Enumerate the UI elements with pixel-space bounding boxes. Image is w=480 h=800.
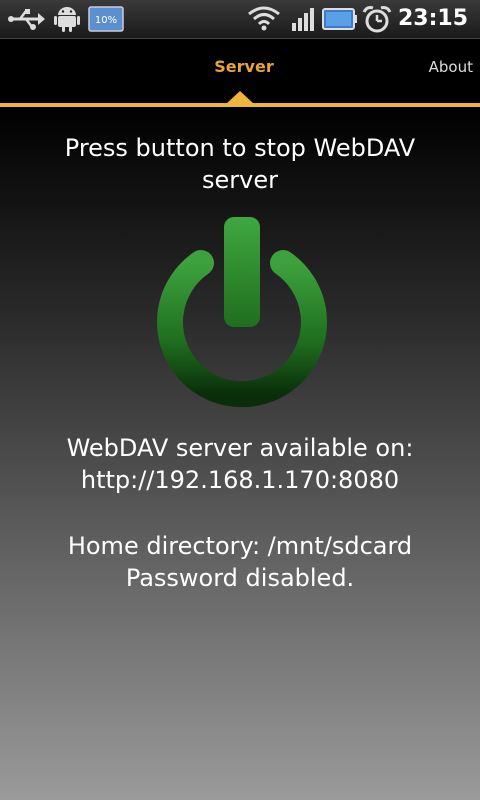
signal-icon bbox=[292, 8, 314, 31]
status-time: 23:15 bbox=[397, 6, 468, 31]
instruction-text: Press button to stop WebDAV server bbox=[0, 132, 480, 196]
password-status: Password disabled. bbox=[125, 564, 355, 592]
server-address-block: WebDAV server available on: http://192.1… bbox=[0, 432, 480, 496]
android-debug-icon bbox=[54, 7, 80, 32]
battery-icon bbox=[322, 8, 357, 30]
server-url: http://192.168.1.170:8080 bbox=[80, 466, 400, 494]
home-directory: Home directory: /mnt/sdcard bbox=[67, 532, 413, 560]
available-label: WebDAV server available on: bbox=[66, 434, 414, 462]
power-icon bbox=[157, 217, 327, 408]
alarm-clock-icon bbox=[362, 6, 392, 33]
tab-about[interactable]: About bbox=[429, 57, 473, 77]
server-info-block: Home directory: /mnt/sdcard Password dis… bbox=[0, 530, 480, 594]
server-panel: Press button to stop WebDAV server WebDA… bbox=[0, 107, 480, 800]
instruction-line-2: server bbox=[202, 166, 278, 194]
battery-percent-text: 10% bbox=[95, 15, 117, 26]
battery-percent-icon: 10% bbox=[88, 6, 124, 32]
instruction-line-1: Press button to stop WebDAV bbox=[64, 134, 416, 162]
tab-server[interactable]: Server bbox=[0, 57, 480, 77]
power-button[interactable] bbox=[148, 215, 336, 411]
wifi-icon bbox=[248, 6, 280, 31]
status-bar: 10% 23:15 bbox=[0, 0, 480, 39]
usb-icon bbox=[8, 9, 45, 30]
